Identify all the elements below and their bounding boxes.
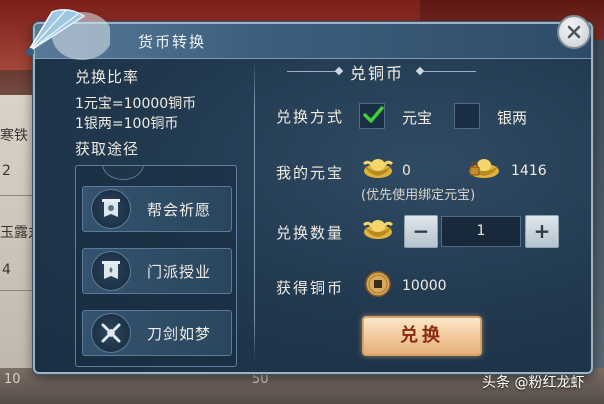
close-icon [567,25,581,39]
ratio-yuanbao: 1元宝=10000铜币 [75,96,197,112]
section-title: 兑铜币 [350,64,405,83]
quantity-decrease-button[interactable]: − [404,215,438,248]
gain-amount: 10000 [402,278,447,294]
title-ornament-right [424,71,476,72]
quantity-label: 兑换数量 [276,224,345,242]
background-item-count: 4 [2,262,11,278]
quantity-increase-button[interactable]: + [525,215,559,248]
sources-list[interactable]: 帮会祈愿 门派授业 刀剑如梦 [75,165,237,367]
bound-yuanbao-amount: 1416 [511,163,547,179]
exchange-button[interactable]: 兑换 [362,316,482,356]
title-ornament-left [287,71,339,72]
background-value: 50 [252,372,269,387]
column-divider [254,60,255,362]
bound-yuanbao-icon [469,159,499,178]
background-item-name: 寒铁 [0,128,28,144]
ratio-heading: 兑换比率 [75,68,140,86]
background-item-count: 10 [4,372,21,387]
source-label: 刀剑如梦 [147,325,212,343]
yuanbao-option-label: 元宝 [402,109,433,127]
silver-checkbox[interactable] [454,103,480,129]
source-item-sword-dream[interactable]: 刀剑如梦 [82,310,232,356]
banner-icon [91,251,131,291]
gain-label: 获得铜币 [276,279,345,297]
background-item-count: 2 [2,163,11,179]
priority-note: (优先使用绑定元宝) [361,188,476,203]
checkmark-icon [363,106,384,123]
yuanbao-ingot-icon [362,220,394,239]
close-button[interactable] [557,15,591,49]
source-item-sect-teaching[interactable]: 门派授业 [82,248,232,294]
dialog-titlebar: 货币转换 [35,24,591,59]
fan-icon [26,9,110,60]
dialog-title: 货币转换 [138,33,207,51]
method-label: 兑换方式 [276,108,345,126]
copper-coin-icon [365,271,391,297]
source-label: 门派授业 [147,263,212,281]
yuanbao-ingot-icon [362,159,394,178]
silver-option-label: 银两 [497,109,528,127]
watermark: 头条 @粉红龙虾 [482,375,585,391]
quantity-input[interactable]: 1 [441,216,521,247]
yuanbao-checkbox[interactable] [359,103,385,129]
my-yuanbao-label: 我的元宝 [276,164,345,182]
source-label: 帮会祈愿 [147,201,212,219]
ratio-silver: 1银两=100铜币 [75,116,179,132]
banner-icon [91,189,131,229]
list-item-partial [102,166,144,180]
sources-heading: 获取途径 [75,140,140,158]
yuanbao-amount: 0 [402,163,411,179]
crossed-swords-icon [91,313,131,353]
source-item-guild-wish[interactable]: 帮会祈愿 [82,186,232,232]
